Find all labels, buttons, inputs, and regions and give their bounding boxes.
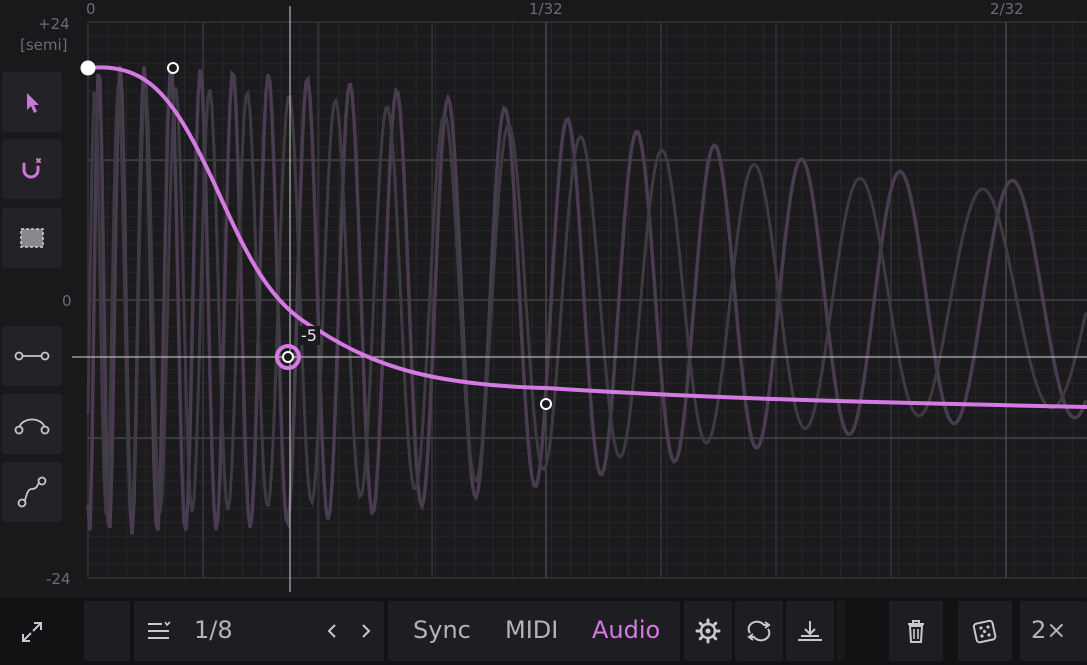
audio-mode-button[interactable]: Audio (592, 616, 660, 644)
zoom-button[interactable]: 2× (1031, 616, 1066, 644)
envelope-graph[interactable] (0, 0, 1087, 598)
expand-icon (22, 622, 42, 642)
delete-button[interactable] (889, 614, 943, 648)
midi-mode-button[interactable]: MIDI (505, 616, 558, 644)
flat-segment-icon (14, 351, 50, 361)
divider-segment (837, 601, 845, 661)
blank-segment (84, 601, 130, 661)
select-box-icon (20, 228, 44, 248)
pointer-icon (27, 93, 39, 113)
expand-button[interactable] (10, 614, 54, 650)
envelope-start-point[interactable] (80, 60, 96, 76)
grid-menu-button[interactable] (142, 618, 176, 644)
chevron-left-icon (327, 624, 336, 638)
snap-tool-button[interactable] (2, 139, 62, 199)
anchor-button[interactable] (786, 614, 834, 648)
loop-icon (747, 620, 771, 642)
menu-icon (148, 621, 171, 639)
gear-icon (695, 618, 721, 644)
time-label-0: 0 (86, 0, 96, 18)
magnet-icon (22, 158, 41, 179)
select-box-tool-button[interactable] (2, 208, 62, 268)
randomize-button[interactable] (958, 614, 1012, 648)
y-axis-unit-label: [semi] (20, 36, 68, 54)
y-axis-top-label: +24 (38, 15, 70, 33)
time-label-2: 2/32 (990, 0, 1024, 18)
anchor-icon (798, 621, 822, 641)
curve-handle[interactable] (167, 62, 179, 74)
curve-handle[interactable] (540, 398, 552, 410)
sync-mode-button[interactable]: Sync (413, 616, 471, 644)
s-curve-segment-icon (17, 476, 47, 508)
settings-button[interactable] (684, 614, 732, 648)
time-label-1: 1/32 (529, 0, 563, 18)
dice-icon (972, 619, 997, 644)
y-axis-zero-label: 0 (62, 292, 72, 310)
point-value-tag: -5 (298, 326, 320, 345)
curve-segment-icon (14, 418, 50, 435)
flat-segment-tool-button[interactable] (2, 326, 62, 386)
grid-prev-button[interactable] (320, 616, 344, 646)
grid-value[interactable]: 1/8 (194, 616, 233, 644)
pointer-tool-button[interactable] (2, 72, 62, 132)
s-curve-segment-tool-button[interactable] (2, 462, 62, 522)
envelope-editor[interactable]: +24 [semi] 0 -24 0 1/32 2/32 -5 (0, 0, 1087, 598)
grid-next-button[interactable] (354, 616, 378, 646)
curve-segment-tool-button[interactable] (2, 394, 62, 454)
bottom-toolbar: 1/8 Sync MIDI Audio 2× (0, 598, 1087, 665)
loop-button[interactable] (735, 614, 783, 648)
trash-icon (908, 620, 924, 643)
y-axis-bottom-label: -24 (46, 570, 71, 588)
chevron-right-icon (362, 624, 371, 638)
selected-point[interactable] (282, 351, 294, 363)
